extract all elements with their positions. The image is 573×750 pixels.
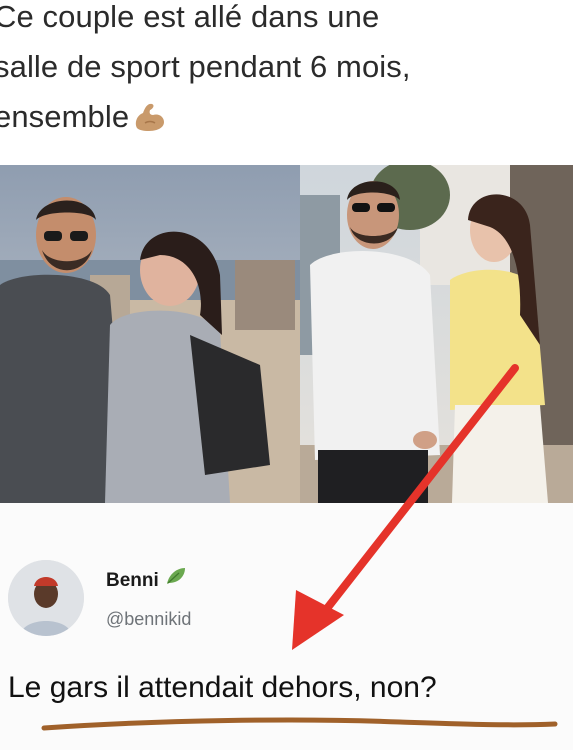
caption-line-3: ensemble	[0, 92, 564, 148]
caption-line-1: Ce couple est allé dans une	[0, 0, 380, 34]
user-avatar-icon	[8, 560, 84, 636]
couple-photo-illustration	[0, 165, 573, 503]
leaf-emoji-icon	[165, 566, 187, 591]
author-handle[interactable]: @bennikid	[106, 609, 191, 630]
author-name[interactable]: Benni	[106, 570, 159, 592]
meme-caption: Ce couple est allé dans une salle de spo…	[0, 0, 564, 148]
flexed-biceps-emoji-icon	[131, 98, 167, 148]
avatar[interactable]	[8, 560, 84, 636]
tweet-text: Le gars il attendait dehors, non?	[8, 671, 437, 704]
before-after-photo	[0, 165, 573, 503]
caption-line-2: salle de sport pendant 6 mois,	[0, 49, 411, 84]
caption-line-3-text: ensemble	[0, 99, 130, 134]
hand-drawn-underline	[40, 712, 560, 741]
